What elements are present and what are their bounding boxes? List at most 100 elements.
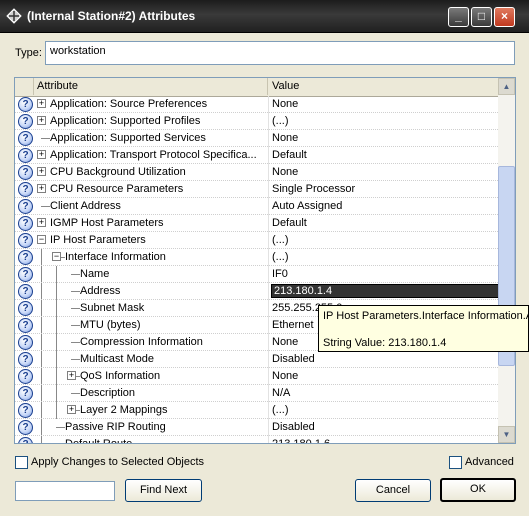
attribute-cell[interactable]: − IP Host Parameters	[34, 232, 268, 249]
vertical-scrollbar[interactable]: ▲ ▼	[498, 78, 515, 443]
ok-button[interactable]: OK	[440, 478, 516, 502]
attribute-row[interactable]: ? + Application: Source Preferences None	[15, 96, 498, 113]
help-icon[interactable]: ?	[18, 437, 33, 443]
expand-icon[interactable]: +	[37, 218, 46, 227]
help-icon[interactable]: ?	[18, 233, 33, 248]
help-icon[interactable]: ?	[18, 216, 33, 231]
help-icon[interactable]: ?	[18, 352, 33, 367]
attribute-cell[interactable]: Address	[34, 283, 268, 300]
help-icon[interactable]: ?	[18, 131, 33, 146]
attribute-cell[interactable]: + Application: Source Preferences	[34, 96, 268, 113]
value-cell[interactable]: 213.180.1.4	[269, 283, 498, 300]
help-icon[interactable]: ?	[18, 318, 33, 333]
attribute-row[interactable]: ? + Application: Supported Profiles (...)	[15, 113, 498, 130]
help-icon[interactable]: ?	[18, 199, 33, 214]
value-cell[interactable]: (...)	[269, 113, 498, 130]
value-cell[interactable]: (...)	[269, 232, 498, 249]
value-cell[interactable]: (...)	[269, 249, 498, 266]
attribute-cell[interactable]: Passive RIP Routing	[34, 419, 268, 436]
expand-icon[interactable]: +	[37, 167, 46, 176]
expand-icon[interactable]: +	[37, 184, 46, 193]
value-cell[interactable]: N/A	[269, 385, 498, 402]
attribute-row[interactable]: ? + CPU Background Utilization None	[15, 164, 498, 181]
value-cell[interactable]: IF0	[269, 266, 498, 283]
value-cell[interactable]: Disabled	[269, 419, 498, 436]
apply-changes-checkbox[interactable]	[15, 456, 28, 469]
attribute-cell[interactable]: Description	[34, 385, 268, 402]
scroll-down-icon[interactable]: ▼	[498, 426, 515, 443]
attribute-cell[interactable]: − Interface Information	[34, 249, 268, 266]
attribute-row[interactable]: ? Passive RIP Routing Disabled	[15, 419, 498, 436]
title-bar[interactable]: (Internal Station#2) Attributes _ □ ×	[0, 0, 529, 33]
help-icon[interactable]: ?	[18, 369, 33, 384]
attribute-cell[interactable]: Subnet Mask	[34, 300, 268, 317]
attribute-cell[interactable]: Multicast Mode	[34, 351, 268, 368]
help-icon[interactable]: ?	[18, 267, 33, 282]
close-button[interactable]: ×	[494, 7, 515, 27]
value-cell[interactable]: None	[269, 368, 498, 385]
advanced-checkbox[interactable]	[449, 456, 462, 469]
attribute-cell[interactable]: Default Route	[34, 436, 268, 443]
value-cell[interactable]: Default	[269, 147, 498, 164]
value-cell[interactable]: Auto Assigned	[269, 198, 498, 215]
minimize-button[interactable]: _	[448, 7, 469, 27]
value-cell[interactable]: Default	[269, 215, 498, 232]
expand-icon[interactable]: +	[67, 371, 76, 380]
value-cell[interactable]: 213.180.1.6	[269, 436, 498, 443]
attribute-row[interactable]: ? + IGMP Host Parameters Default	[15, 215, 498, 232]
attribute-row[interactable]: ? Description N/A	[15, 385, 498, 402]
help-icon[interactable]: ?	[18, 403, 33, 418]
expand-icon[interactable]: +	[37, 150, 46, 159]
help-icon[interactable]: ?	[18, 165, 33, 180]
attribute-row[interactable]: ? + Layer 2 Mappings (...)	[15, 402, 498, 419]
help-icon[interactable]: ?	[18, 148, 33, 163]
value-cell[interactable]: None	[269, 96, 498, 113]
expand-icon[interactable]: +	[37, 99, 46, 108]
help-icon[interactable]: ?	[18, 386, 33, 401]
attribute-cell[interactable]: + IGMP Host Parameters	[34, 215, 268, 232]
attribute-cell[interactable]: Name	[34, 266, 268, 283]
value-editor[interactable]: 213.180.1.4	[271, 284, 498, 298]
attribute-cell[interactable]: + CPU Background Utilization	[34, 164, 268, 181]
find-next-button[interactable]: Find Next	[125, 479, 202, 502]
attribute-row[interactable]: ? Default Route 213.180.1.6	[15, 436, 498, 443]
find-input[interactable]	[15, 481, 115, 501]
value-cell[interactable]: (...)	[269, 402, 498, 419]
attribute-row[interactable]: ? Address 213.180.1.4	[15, 283, 498, 300]
expand-icon[interactable]: +	[37, 116, 46, 125]
help-icon[interactable]: ?	[18, 284, 33, 299]
value-cell[interactable]: Single Processor	[269, 181, 498, 198]
help-icon[interactable]: ?	[18, 301, 33, 316]
attribute-cell[interactable]: Application: Supported Services	[34, 130, 268, 147]
expand-icon[interactable]: +	[67, 405, 76, 414]
attribute-cell[interactable]: MTU (bytes)	[34, 317, 268, 334]
help-icon[interactable]: ?	[18, 97, 33, 112]
collapse-icon[interactable]: −	[52, 252, 61, 261]
attribute-cell[interactable]: Compression Information	[34, 334, 268, 351]
attribute-row[interactable]: ? − Interface Information (...)	[15, 249, 498, 266]
attribute-cell[interactable]: + Application: Transport Protocol Specifi…	[34, 147, 268, 164]
help-icon[interactable]: ?	[18, 182, 33, 197]
maximize-button[interactable]: □	[471, 7, 492, 27]
attribute-cell[interactable]: + CPU Resource Parameters	[34, 181, 268, 198]
attribute-row[interactable]: ? − IP Host Parameters (...)	[15, 232, 498, 249]
value-cell[interactable]: None	[269, 130, 498, 147]
attribute-cell[interactable]: + Application: Supported Profiles	[34, 113, 268, 130]
help-icon[interactable]: ?	[18, 420, 33, 435]
scroll-up-icon[interactable]: ▲	[498, 78, 515, 95]
attribute-row[interactable]: ? Multicast Mode Disabled	[15, 351, 498, 368]
attribute-row[interactable]: ? Name IF0	[15, 266, 498, 283]
cancel-button[interactable]: Cancel	[355, 479, 431, 502]
attribute-row[interactable]: ? + Application: Transport Protocol Specif…	[15, 147, 498, 164]
attribute-cell[interactable]: Client Address	[34, 198, 268, 215]
attribute-row[interactable]: ? Client Address Auto Assigned	[15, 198, 498, 215]
collapse-icon[interactable]: −	[37, 235, 46, 244]
value-cell[interactable]: Disabled	[269, 351, 498, 368]
value-column-header[interactable]: Value	[269, 78, 498, 95]
attribute-row[interactable]: ? Application: Supported Services None	[15, 130, 498, 147]
help-icon[interactable]: ?	[18, 335, 33, 350]
attribute-row[interactable]: ? + QoS Information None	[15, 368, 498, 385]
help-icon[interactable]: ?	[18, 250, 33, 265]
attribute-column-header[interactable]: Attribute	[34, 78, 268, 95]
attribute-row[interactable]: ? + CPU Resource Parameters Single Processo…	[15, 181, 498, 198]
